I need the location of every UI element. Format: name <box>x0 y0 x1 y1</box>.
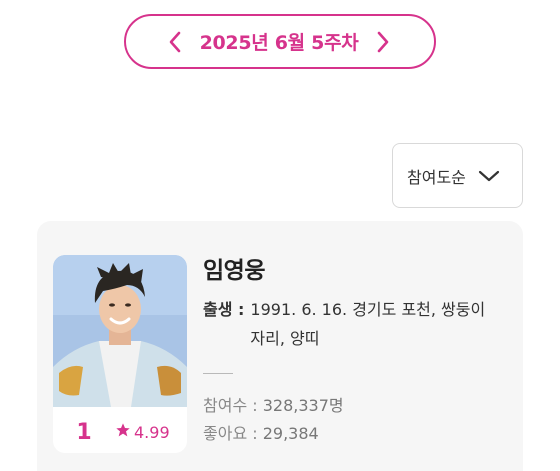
artist-name: 임영웅 <box>203 258 265 284</box>
rating: 4.99 <box>115 418 170 442</box>
participants-value: 328,337명 <box>262 396 344 415</box>
chevron-right-icon[interactable] <box>370 29 396 55</box>
chevron-down-icon <box>478 169 500 183</box>
participants-row: 참여수 : 328,337명 <box>203 392 513 420</box>
artist-info: 임영웅 출생 : 1991. 6. 16. 경기도 포천, 쌍둥이자리, 양띠 … <box>203 251 513 448</box>
rank-number: 1 <box>76 419 92 445</box>
star-icon <box>115 422 131 442</box>
likes-value: 29,384 <box>262 424 319 443</box>
divider <box>203 373 233 374</box>
ranking-card[interactable]: 1 4.99 임영웅 출생 : 1991. 6. 16. 경기도 포천, 쌍둥이… <box>37 221 523 471</box>
birth-label: 출생 : <box>203 300 245 319</box>
likes-row: 좋아요 : 29,384 <box>203 420 513 448</box>
sort-selected-label: 참여도순 <box>407 167 466 187</box>
chevron-left-icon[interactable] <box>162 29 188 55</box>
participants-label: 참여수 : <box>203 396 258 415</box>
ranking-page: 2025년 6월 5주차 참여도순 1 4.99 임영웅 출생: 1991. … <box>0 0 560 471</box>
rating-value: 4.99 <box>134 422 170 442</box>
week-selector: 2025년 6월 5주차 <box>124 14 436 69</box>
sort-dropdown[interactable]: 참여도순 <box>392 143 523 208</box>
rank-row: 1 4.99 <box>53 407 187 453</box>
artist-photo <box>53 255 187 407</box>
likes-label: 좋아요 : <box>203 424 258 443</box>
artist-photo-box[interactable]: 1 4.99 <box>53 255 187 453</box>
birth-value: 1991. 6. 16. 경기도 포천, 쌍둥이자리, 양띠 <box>250 300 486 348</box>
week-label: 2025년 6월 5주차 <box>199 32 359 54</box>
birth-row: 출생 : 1991. 6. 16. 경기도 포천, 쌍둥이자리, 양띠 <box>203 295 513 353</box>
